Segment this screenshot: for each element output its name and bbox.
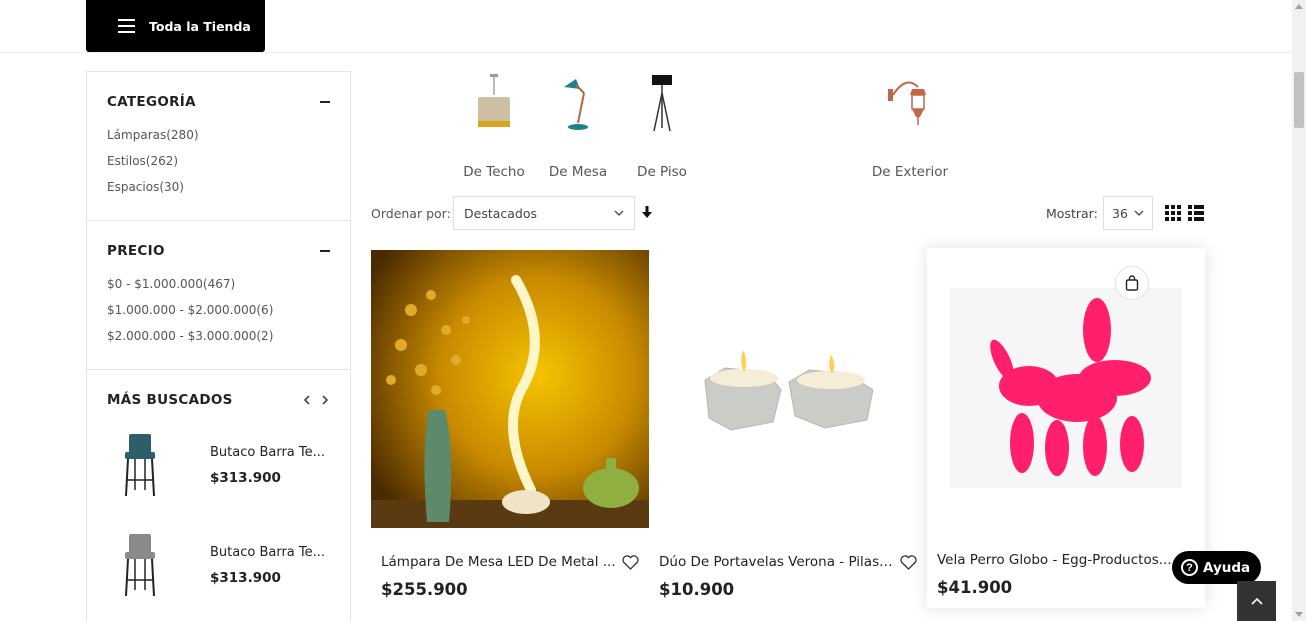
filters-sidebar: CATEGORÍA Lámparas(280) Estilos(262) Esp…	[86, 71, 351, 621]
show-limit-select[interactable]: 36	[1103, 196, 1153, 230]
product-name[interactable]: Dúo De Portavelas Verona - Pilastro	[659, 554, 894, 570]
product-image-balloon-dog-candle[interactable]	[927, 248, 1205, 526]
chevron-left-icon[interactable]	[302, 395, 312, 405]
help-chat-button[interactable]: ? Ayuda	[1172, 551, 1261, 584]
scroll-up-arrow-icon[interactable]	[1295, 4, 1303, 9]
grid-view-icon[interactable]	[1165, 205, 1181, 221]
sort-label: Ordenar por:	[371, 206, 451, 221]
shopping-bag-icon	[1125, 275, 1139, 291]
product-name[interactable]: Lámpara De Mesa LED De Metal ...	[381, 554, 616, 570]
price-title: PRECIO	[107, 243, 165, 259]
price-range-link-2[interactable]: $1.000.000 - $2.000.000(6)	[107, 297, 330, 323]
price-filter: PRECIO $0 - $1.000.000(467) $1.000.000 -…	[87, 221, 350, 370]
category-label: De Mesa	[548, 164, 608, 180]
bar-stool-image[interactable]	[107, 429, 173, 501]
outdoor-lamp-icon	[880, 70, 940, 136]
top-bar: Toda la Tienda	[0, 0, 1292, 53]
scroll-to-top-button[interactable]	[1237, 581, 1276, 621]
category-label: De Piso	[637, 164, 687, 180]
most-searched-title: MÁS BUSCADOS	[107, 392, 233, 408]
product-card[interactable]: Lámpara De Mesa LED De Metal ... $255.90…	[371, 250, 649, 610]
add-to-cart-button[interactable]	[1115, 266, 1149, 300]
mini-product-price: $313.900	[210, 569, 281, 586]
chevron-down-icon	[1134, 210, 1144, 216]
product-card[interactable]: Vela Perro Globo - Egg-Productos... $41.…	[927, 248, 1205, 608]
scroll-down-arrow-icon[interactable]	[1295, 612, 1303, 617]
category-de-piso[interactable]: De Piso	[634, 70, 690, 180]
page-scrollbar[interactable]	[1292, 0, 1306, 621]
mini-product-name[interactable]: Butaco Barra Te...	[210, 545, 330, 560]
category-label: De Techo	[463, 164, 525, 180]
mini-product[interactable]: Butaco Barra Te... $313.900	[107, 522, 330, 608]
category-de-mesa[interactable]: De Mesa	[548, 70, 608, 180]
question-icon: ?	[1181, 559, 1198, 576]
sort-direction-icon[interactable]	[641, 205, 653, 219]
product-card[interactable]: Dúo De Portavelas Verona - Pilastro $10.…	[649, 250, 927, 610]
ceiling-lamp-icon	[464, 70, 524, 136]
category-de-techo[interactable]: De Techo	[461, 70, 527, 180]
chevron-right-icon[interactable]	[320, 395, 330, 405]
product-price: $10.900	[659, 580, 735, 599]
sort-value: Destacados	[464, 205, 538, 221]
most-searched-section: MÁS BUSCADOS Butaco Barra Te... $313.900…	[87, 370, 350, 621]
list-view-icon[interactable]	[1188, 205, 1204, 221]
collapse-category-icon[interactable]	[320, 101, 330, 103]
floor-lamp-icon	[632, 70, 692, 136]
scrollbar-thumb[interactable]	[1294, 72, 1304, 128]
category-filter: CATEGORÍA Lámparas(280) Estilos(262) Esp…	[87, 72, 350, 221]
product-price: $41.900	[937, 578, 1013, 597]
mini-product-price: $313.900	[210, 469, 281, 486]
mini-product-name[interactable]: Butaco Barra Te...	[210, 445, 330, 460]
category-de-exterior[interactable]: De Exterior	[868, 70, 952, 180]
collapse-price-icon[interactable]	[320, 250, 330, 252]
category-link-estilos[interactable]: Estilos(262)	[107, 148, 330, 174]
product-price: $255.900	[381, 580, 468, 599]
all-store-label: Toda la Tienda	[149, 18, 251, 34]
price-range-link-1[interactable]: $0 - $1.000.000(467)	[107, 271, 330, 297]
heart-icon[interactable]	[900, 554, 917, 570]
show-label: Mostrar:	[1046, 206, 1098, 221]
help-label: Ayuda	[1203, 559, 1251, 576]
heart-icon[interactable]	[622, 554, 639, 570]
chevron-down-icon	[614, 210, 624, 216]
product-name[interactable]: Vela Perro Globo - Egg-Productos...	[937, 552, 1172, 568]
category-link-espacios[interactable]: Espacios(30)	[107, 174, 330, 200]
category-link-lamparas[interactable]: Lámparas(280)	[107, 122, 330, 148]
category-label: De Exterior	[871, 164, 949, 180]
hamburger-icon	[118, 19, 135, 33]
show-value: 36	[1112, 205, 1128, 221]
mini-product[interactable]: Butaco Barra Te... $313.900	[107, 422, 330, 508]
price-range-link-3[interactable]: $2.000.000 - $3.000.000(2)	[107, 323, 330, 349]
bar-stool-image[interactable]	[107, 529, 173, 601]
product-image-led-lamp[interactable]	[371, 250, 649, 528]
desk-lamp-icon	[548, 70, 608, 136]
all-store-menu-button[interactable]: Toda la Tienda	[86, 0, 265, 52]
product-image-candle-holders[interactable]	[649, 250, 927, 528]
category-title: CATEGORÍA	[107, 94, 196, 110]
chevron-up-icon	[1250, 597, 1263, 605]
sort-select[interactable]: Destacados	[453, 196, 635, 230]
